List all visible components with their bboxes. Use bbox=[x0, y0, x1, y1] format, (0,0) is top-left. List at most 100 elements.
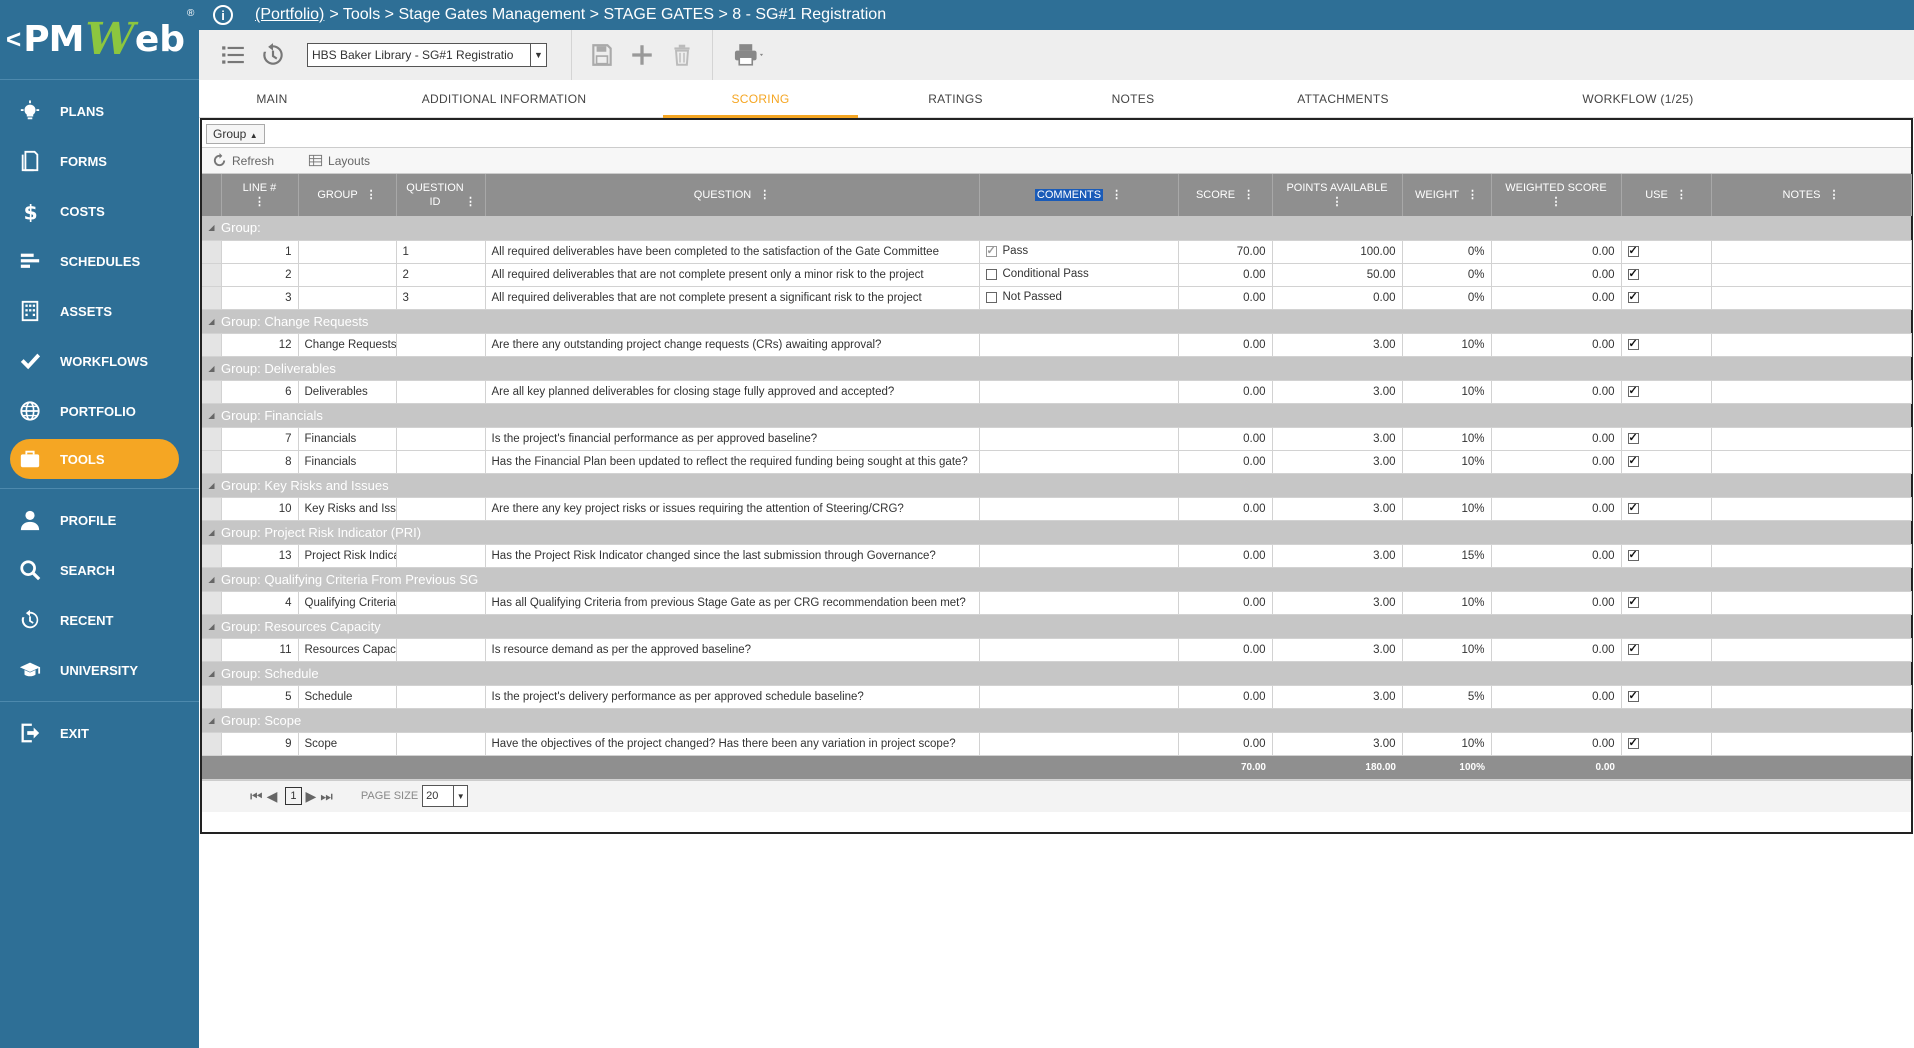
cell-use[interactable] bbox=[1621, 591, 1712, 615]
table-row[interactable]: 10Key Risks and Issues Are there any key … bbox=[202, 497, 1912, 521]
use-checkbox[interactable] bbox=[1627, 689, 1639, 702]
header-question-id[interactable]: QUESTION ID ⋮ bbox=[396, 174, 486, 216]
cell-comments[interactable] bbox=[979, 685, 1179, 709]
cell-question[interactable]: Is the project's financial performance a… bbox=[485, 427, 980, 451]
cell-comments[interactable] bbox=[979, 380, 1179, 404]
cell-use[interactable] bbox=[1621, 497, 1712, 521]
cell-score[interactable]: 70.00 bbox=[1178, 240, 1273, 264]
use-checkbox[interactable] bbox=[1627, 454, 1639, 467]
use-checkbox[interactable] bbox=[1627, 501, 1639, 514]
sidebar-item-exit[interactable]: EXIT bbox=[0, 708, 199, 758]
cell-use[interactable] bbox=[1621, 333, 1712, 357]
cell-use[interactable] bbox=[1621, 450, 1712, 474]
group-row[interactable]: ◢ Group: Schedule bbox=[202, 661, 1911, 686]
cell-notes[interactable] bbox=[1711, 497, 1912, 521]
cell-notes[interactable] bbox=[1711, 544, 1912, 568]
use-checkbox[interactable] bbox=[1627, 290, 1639, 303]
collapse-group-icon[interactable]: ◢ bbox=[202, 403, 221, 428]
header-group[interactable]: GROUP ⋮ bbox=[298, 174, 397, 216]
save-icon[interactable] bbox=[582, 35, 622, 75]
table-row[interactable]: 12 Change Requests Are there any outstandi… bbox=[202, 333, 1912, 357]
add-icon[interactable] bbox=[622, 35, 662, 75]
cell-notes[interactable] bbox=[1711, 638, 1912, 662]
header-use[interactable]: USE ⋮ bbox=[1621, 174, 1712, 216]
print-icon[interactable] bbox=[723, 35, 775, 75]
collapse-group-icon[interactable]: ◢ bbox=[202, 520, 221, 545]
cell-comments[interactable] bbox=[979, 732, 1179, 756]
cell-score[interactable]: 0.00 bbox=[1178, 333, 1273, 357]
cell-use[interactable] bbox=[1621, 638, 1712, 662]
pmweb-logo[interactable]: < PM W eb ® bbox=[0, 0, 199, 80]
sidebar-item-schedules[interactable]: SCHEDULES bbox=[0, 236, 199, 286]
cell-use[interactable] bbox=[1621, 240, 1712, 264]
use-checkbox[interactable] bbox=[1627, 337, 1639, 350]
tab-notes[interactable]: NOTES bbox=[1053, 80, 1213, 118]
table-row[interactable]: 7 Financials Is the project's financial pe… bbox=[202, 427, 1912, 451]
tab-ratings[interactable]: RATINGS bbox=[858, 80, 1053, 118]
cell-score[interactable]: 0.00 bbox=[1178, 263, 1273, 287]
collapse-group-icon[interactable]: ◢ bbox=[202, 473, 221, 498]
cell-comments[interactable]: Pass bbox=[979, 240, 1179, 264]
table-row[interactable]: 5 Schedule Is the project's delivery perfo… bbox=[202, 685, 1912, 709]
table-row[interactable]: 13Project Risk Indicator (PRI) Has the Pr… bbox=[202, 544, 1912, 568]
group-row[interactable]: ◢ Group: Qualifying Criteria From Previou… bbox=[202, 567, 1911, 592]
prev-page-icon[interactable]: ◀ bbox=[267, 788, 278, 805]
header-line[interactable]: LINE # ⋮ bbox=[221, 174, 299, 216]
cell-notes[interactable] bbox=[1711, 380, 1912, 404]
sidebar-item-tools[interactable]: TOOLS bbox=[10, 439, 179, 479]
delete-icon[interactable] bbox=[662, 35, 702, 75]
group-row[interactable]: ◢ Group: Key Risks and Issues bbox=[202, 473, 1911, 498]
cell-comments[interactable] bbox=[979, 591, 1179, 615]
use-checkbox[interactable] bbox=[1627, 244, 1639, 257]
collapse-group-icon[interactable]: ◢ bbox=[202, 614, 221, 639]
cell-notes[interactable] bbox=[1711, 333, 1912, 357]
cell-notes[interactable] bbox=[1711, 591, 1912, 615]
first-page-icon[interactable]: ⏮ bbox=[250, 788, 263, 805]
cell-comments[interactable] bbox=[979, 450, 1179, 474]
group-row[interactable]: ◢ Group: Scope bbox=[202, 708, 1911, 733]
sidebar-item-portfolio[interactable]: PORTFOLIO bbox=[0, 386, 199, 436]
use-checkbox[interactable] bbox=[1627, 595, 1639, 608]
tab-attachments[interactable]: ATTACHMENTS bbox=[1213, 80, 1473, 118]
use-checkbox[interactable] bbox=[1627, 548, 1639, 561]
collapse-group-icon[interactable]: ◢ bbox=[202, 356, 221, 381]
last-page-icon[interactable]: ⏭ bbox=[320, 788, 333, 805]
tab-main[interactable]: MAIN bbox=[199, 80, 345, 118]
cell-score[interactable]: 0.00 bbox=[1178, 427, 1273, 451]
sidebar-item-university[interactable]: UNIVERSITY bbox=[0, 645, 199, 695]
header-weight[interactable]: WEIGHT ⋮ bbox=[1402, 174, 1492, 216]
group-row[interactable]: ◢ Group: Deliverables bbox=[202, 356, 1911, 381]
sidebar-item-plans[interactable]: PLANS bbox=[0, 86, 199, 136]
cell-question[interactable]: Are there any outstanding project change… bbox=[485, 333, 980, 357]
next-page-icon[interactable]: ▶ bbox=[306, 788, 317, 805]
current-page[interactable]: 1 bbox=[285, 787, 302, 805]
cell-notes[interactable] bbox=[1711, 685, 1912, 709]
cell-notes[interactable] bbox=[1711, 286, 1912, 310]
header-question[interactable]: QUESTION ⋮ bbox=[485, 174, 980, 216]
table-row[interactable]: 11Resources Capacity Is resource demand a… bbox=[202, 638, 1912, 662]
cell-use[interactable] bbox=[1621, 685, 1712, 709]
table-row[interactable]: 4Qualifying Criteria From Previous SG Has… bbox=[202, 591, 1912, 615]
breadcrumb-portfolio-link[interactable]: (Portfolio) bbox=[255, 6, 324, 24]
sidebar-item-assets[interactable]: ASSETS bbox=[0, 286, 199, 336]
header-score[interactable]: SCORE ⋮ bbox=[1178, 174, 1273, 216]
group-row[interactable]: ◢ Group: Project Risk Indicator (PRI) bbox=[202, 520, 1911, 545]
list-view-icon[interactable] bbox=[213, 35, 253, 75]
cell-question[interactable]: Is the project's delivery performance as… bbox=[485, 685, 980, 709]
cell-question[interactable]: All required deliverables that are not c… bbox=[485, 263, 980, 287]
use-checkbox[interactable] bbox=[1627, 267, 1639, 280]
collapse-group-icon[interactable]: ◢ bbox=[202, 708, 221, 733]
header-weighted-score[interactable]: WEIGHTED SCORE ⋮ bbox=[1491, 174, 1622, 216]
sidebar-item-costs[interactable]: $ COSTS bbox=[0, 186, 199, 236]
cell-use[interactable] bbox=[1621, 286, 1712, 310]
cell-question[interactable]: Has all Qualifying Criteria from previou… bbox=[485, 591, 980, 615]
cell-score[interactable]: 0.00 bbox=[1178, 450, 1273, 474]
cell-score[interactable]: 0.00 bbox=[1178, 380, 1273, 404]
cell-question[interactable]: Has the Project Risk Indicator changed s… bbox=[485, 544, 980, 568]
comment-checkbox[interactable] bbox=[985, 268, 997, 280]
cell-comments[interactable] bbox=[979, 544, 1179, 568]
table-row[interactable]: 3 3 All required deliverables that are not… bbox=[202, 286, 1912, 310]
table-row[interactable]: 6 Deliverables Are all key planned deliver… bbox=[202, 380, 1912, 404]
comment-checkbox[interactable] bbox=[985, 291, 997, 303]
tab-additional-information[interactable]: ADDITIONAL INFORMATION bbox=[345, 80, 663, 118]
